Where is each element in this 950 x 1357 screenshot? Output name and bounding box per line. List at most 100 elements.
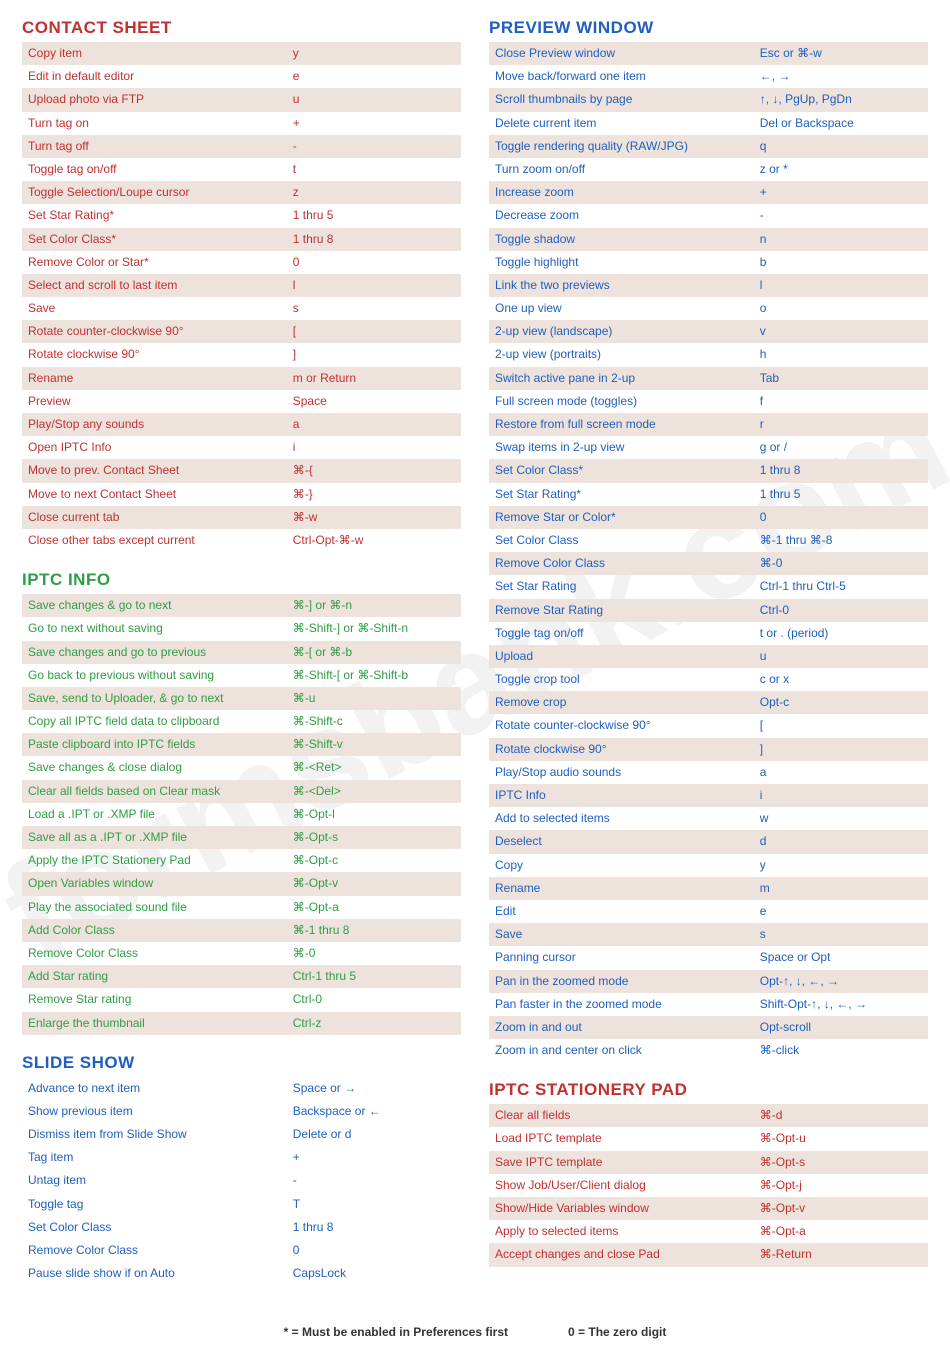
shortcut-key: 1 thru 5 (760, 485, 922, 504)
shortcut-label: Rotate counter-clockwise 90° (28, 322, 293, 341)
shortcut-label: Close current tab (28, 508, 293, 527)
shortcut-key: s (293, 299, 455, 318)
shortcut-key: Shift-Opt-↑, ↓, ←, → (760, 995, 922, 1014)
shortcut-key: q (760, 137, 922, 156)
shortcut-row: Toggle tag on/offt (22, 158, 461, 181)
shortcut-key: ] (293, 345, 455, 364)
shortcut-key: ⌘-1 thru ⌘-8 (760, 531, 922, 550)
shortcut-label: Go to next without saving (28, 619, 293, 638)
shortcut-key: e (293, 67, 455, 86)
shortcut-key: ⌘-] or ⌘-n (293, 596, 455, 615)
shortcut-label: Add Star rating (28, 967, 293, 986)
shortcut-label: Set Star Rating (495, 577, 760, 596)
shortcut-key: f (760, 392, 922, 411)
shortcut-row: Show/Hide Variables window⌘-Opt-v (489, 1197, 928, 1220)
shortcut-label: Save changes and go to previous (28, 643, 293, 662)
shortcut-label: Turn zoom on/off (495, 160, 760, 179)
shortcut-row: Enlarge the thumbnailCtrl-z (22, 1012, 461, 1035)
shortcut-row: Set Color Class1 thru 8 (22, 1216, 461, 1239)
shortcut-row: Copyy (489, 854, 928, 877)
section-title: PREVIEW WINDOW (489, 18, 928, 38)
section-title: IPTC STATIONERY PAD (489, 1080, 928, 1100)
shortcut-key: ⌘-Opt-c (293, 851, 455, 870)
shortcut-key: c or x (760, 670, 922, 689)
shortcut-row: IPTC Infoi (489, 784, 928, 807)
shortcut-key: Space (293, 392, 455, 411)
shortcut-row: Move back/forward one item←, → (489, 65, 928, 88)
shortcut-key: ⌘-Shift-c (293, 712, 455, 731)
shortcut-row: Tag item+ (22, 1146, 461, 1169)
shortcut-label: 2-up view (portraits) (495, 345, 760, 364)
shortcut-label: Save (28, 299, 293, 318)
shortcut-label: Turn tag on (28, 114, 293, 133)
shortcut-row: Save changes and go to previous⌘-[ or ⌘-… (22, 641, 461, 664)
shortcut-key: + (760, 183, 922, 202)
shortcut-key: s (760, 925, 922, 944)
shortcut-key: u (293, 90, 455, 109)
shortcut-key: l (293, 276, 455, 295)
shortcut-key: i (293, 438, 455, 457)
shortcut-row: Remove Star ratingCtrl-0 (22, 988, 461, 1011)
shortcut-label: Set Star Rating* (495, 485, 760, 504)
shortcut-key: 0 (760, 508, 922, 527)
shortcut-row: Accept changes and close Pad⌘-Return (489, 1243, 928, 1266)
shortcut-key: z or * (760, 160, 922, 179)
shortcut-key: Ctrl-Opt-⌘-w (293, 531, 455, 550)
shortcut-key: 0 (293, 253, 455, 272)
shortcut-key: ⌘-d (760, 1106, 922, 1125)
shortcut-label: Rotate clockwise 90° (495, 740, 760, 759)
shortcut-row: 2-up view (landscape)v (489, 320, 928, 343)
shortcut-label: Toggle Selection/Loupe cursor (28, 183, 293, 202)
shortcut-row: Select and scroll to last iteml (22, 274, 461, 297)
shortcut-key: ⌘-Shift-v (293, 735, 455, 754)
shortcut-section: PREVIEW WINDOWClose Preview windowEsc or… (489, 18, 928, 1062)
shortcut-row: Rotate counter-clockwise 90°[ (489, 714, 928, 737)
shortcut-label: Load IPTC template (495, 1129, 760, 1148)
shortcut-row: Close current tab⌘-w (22, 506, 461, 529)
shortcut-label: Toggle tag (28, 1195, 293, 1214)
shortcut-row: Edit in default editore (22, 65, 461, 88)
shortcut-key: T (293, 1195, 455, 1214)
shortcut-label: Turn tag off (28, 137, 293, 156)
shortcut-row: Pause slide show if on AutoCapsLock (22, 1262, 461, 1285)
shortcut-key: Ctrl-0 (293, 990, 455, 1009)
shortcut-label: Toggle crop tool (495, 670, 760, 689)
shortcut-row: Pan in the zoomed modeOpt-↑, ↓, ←, → (489, 970, 928, 993)
shortcut-row: Remove Star RatingCtrl-0 (489, 599, 928, 622)
shortcut-label: Toggle rendering quality (RAW/JPG) (495, 137, 760, 156)
shortcut-label: Open IPTC Info (28, 438, 293, 457)
shortcut-key: - (293, 1171, 455, 1190)
shortcut-key: ⌘-<Ret> (293, 758, 455, 777)
shortcut-row: Set Color Class*1 thru 8 (22, 228, 461, 251)
shortcut-label: Go back to previous without saving (28, 666, 293, 685)
shortcut-row: Copy itemy (22, 42, 461, 65)
shortcut-key: Ctrl-z (293, 1014, 455, 1033)
shortcut-row: Dismiss item from Slide ShowDelete or d (22, 1123, 461, 1146)
shortcut-key: y (293, 44, 455, 63)
shortcut-label: Toggle tag on/off (495, 624, 760, 643)
shortcut-label: Move to next Contact Sheet (28, 485, 293, 504)
shortcut-row: Show previous itemBackspace or ← (22, 1100, 461, 1123)
shortcut-label: Close other tabs except current (28, 531, 293, 550)
shortcut-key: Ctrl-1 thru 5 (293, 967, 455, 986)
shortcut-label: Add Color Class (28, 921, 293, 940)
shortcut-key: e (760, 902, 922, 921)
shortcut-row: Clear all fields⌘-d (489, 1104, 928, 1127)
shortcut-row: Panning cursorSpace or Opt (489, 946, 928, 969)
shortcut-row: Save all as a .IPT or .XMP file⌘-Opt-s (22, 826, 461, 849)
shortcut-row: Turn zoom on/offz or * (489, 158, 928, 181)
shortcut-key: 1 thru 8 (293, 1218, 455, 1237)
shortcut-key: Opt-c (760, 693, 922, 712)
shortcut-label: Save changes & close dialog (28, 758, 293, 777)
shortcut-row: Remove cropOpt-c (489, 691, 928, 714)
shortcut-key: r (760, 415, 922, 434)
shortcut-row: Saves (489, 923, 928, 946)
shortcut-key: ⌘-Opt-u (760, 1129, 922, 1148)
shortcut-key: - (293, 137, 455, 156)
shortcut-row: Toggle shadown (489, 228, 928, 251)
shortcut-label: Save, send to Uploader, & go to next (28, 689, 293, 708)
shortcut-row: One up viewo (489, 297, 928, 320)
shortcut-key: a (760, 763, 922, 782)
shortcut-key: ⌘-Opt-s (293, 828, 455, 847)
shortcut-label: Pan faster in the zoomed mode (495, 995, 760, 1014)
